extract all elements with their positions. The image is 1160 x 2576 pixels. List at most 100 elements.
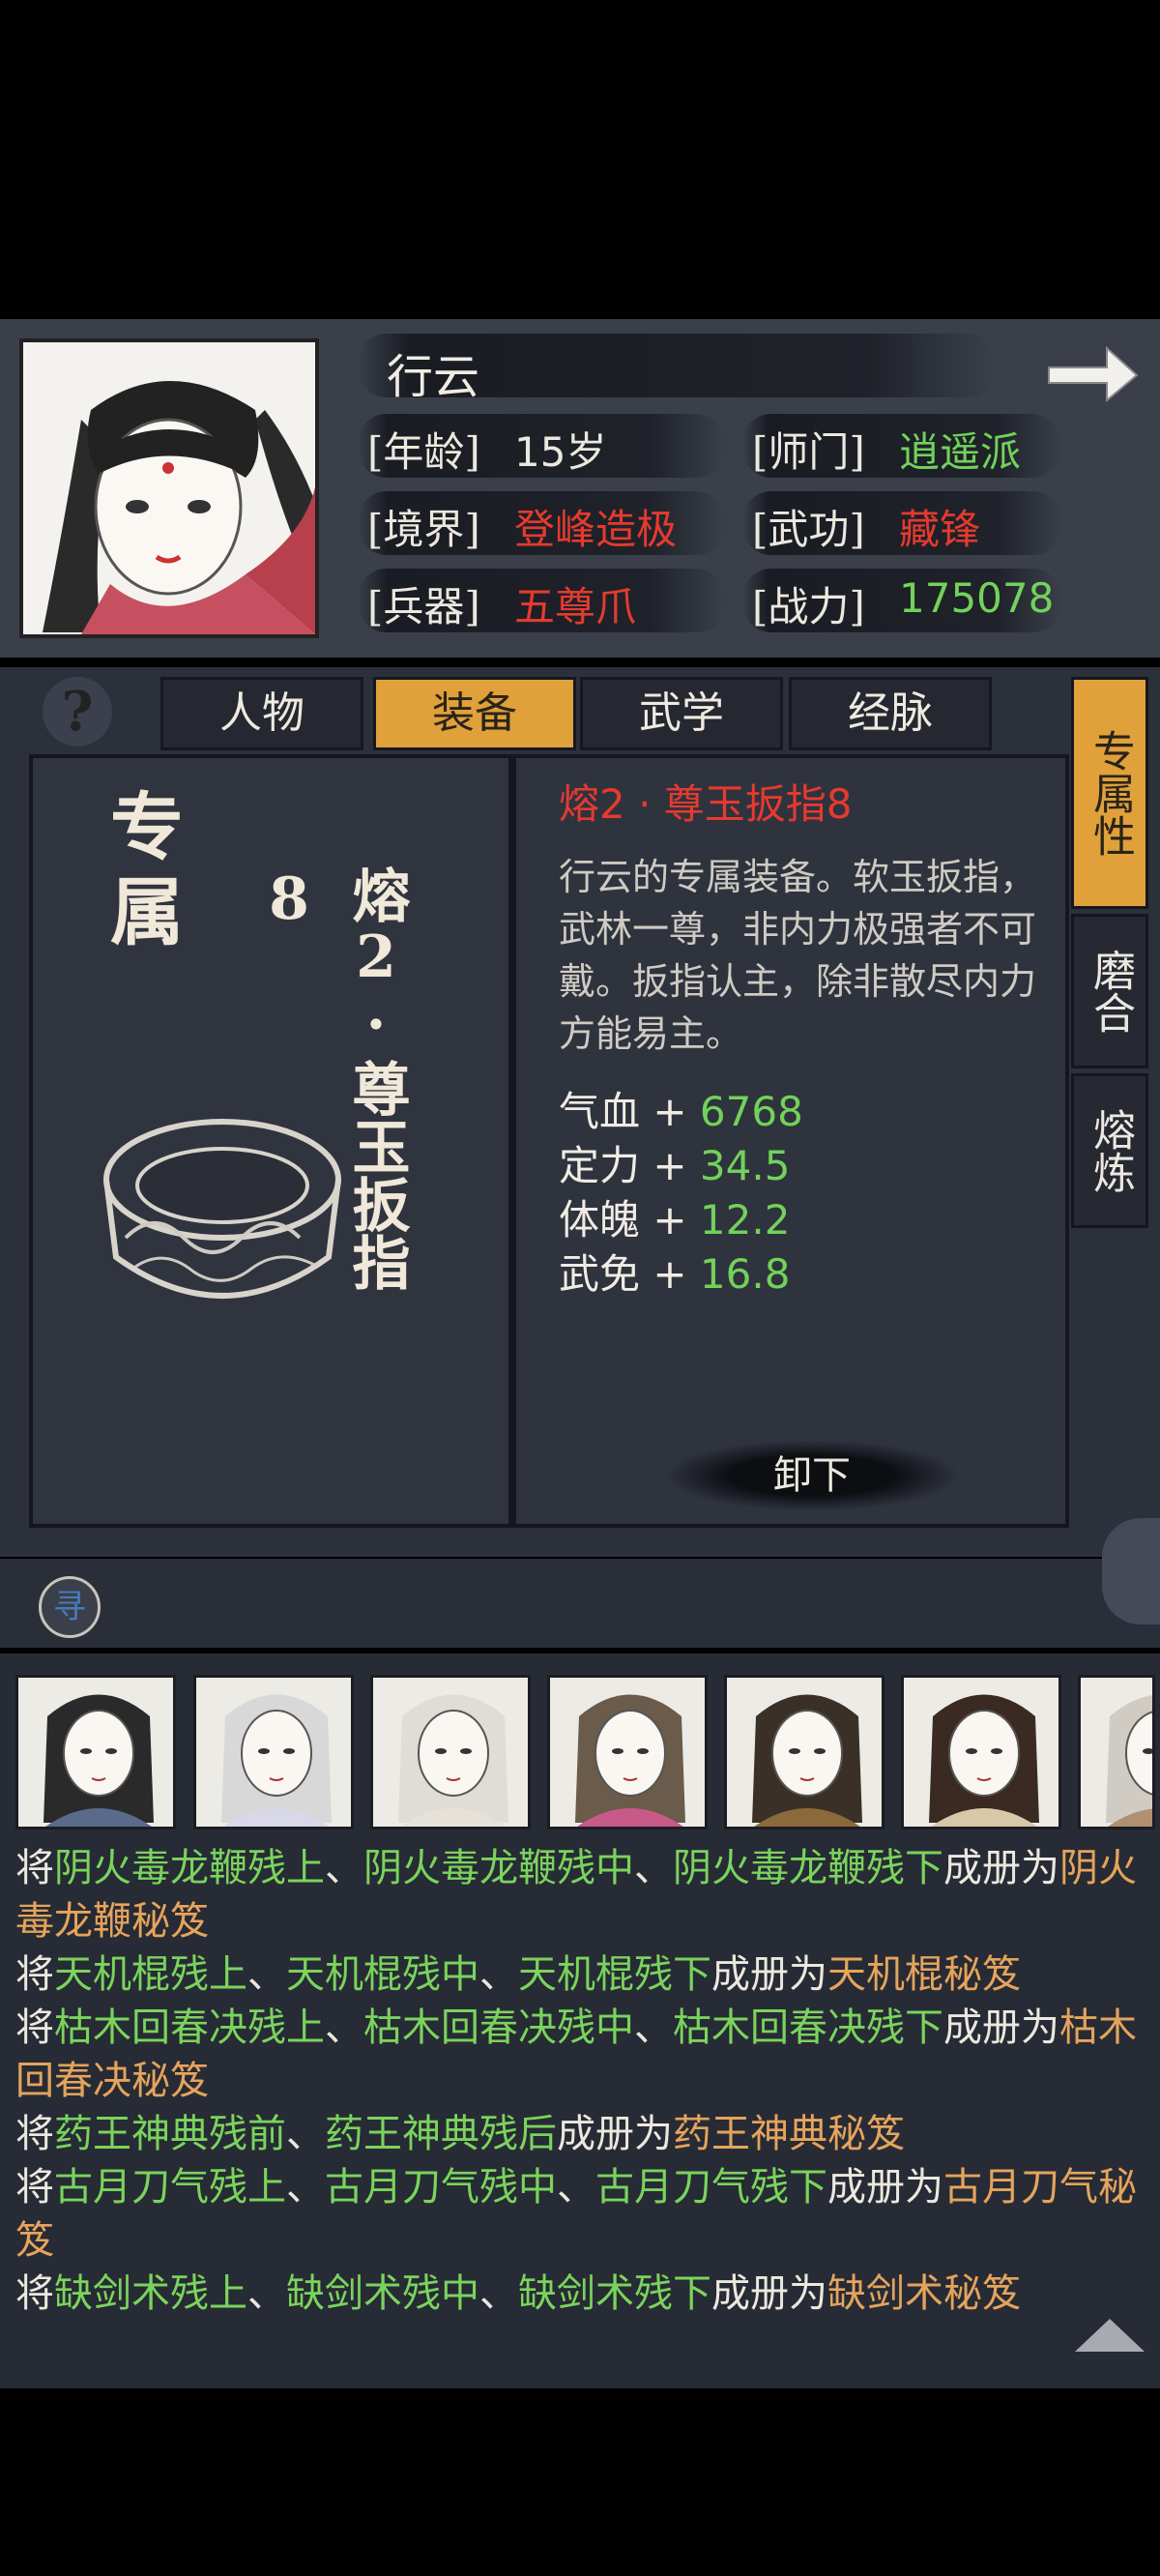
log-text: 、 — [247, 1952, 286, 1997]
info-value: 登峰造极 — [514, 506, 678, 553]
info-value: 175078 — [899, 574, 1055, 622]
log-text: 成册为 — [711, 1952, 827, 1997]
party-member-portrait[interactable] — [370, 1675, 531, 1830]
party-member-portrait[interactable] — [193, 1675, 354, 1830]
stat-value: 12.2 — [699, 1196, 791, 1244]
log-fragment-name: 枯木回春决残上 — [54, 2005, 325, 2050]
stat-value: 34.5 — [699, 1142, 791, 1189]
log-text: 成册为 — [557, 2112, 673, 2156]
log-fragment-name: 药王神典残后 — [325, 2112, 557, 2156]
log-text: 将 — [15, 2112, 54, 2156]
party-member-portrait[interactable] — [547, 1675, 708, 1830]
party-member-portrait[interactable] — [724, 1675, 884, 1830]
log-text: 、 — [286, 2112, 325, 2156]
log-text: 、 — [247, 2271, 286, 2316]
log-text: 将 — [15, 2165, 54, 2210]
character-portrait[interactable] — [19, 338, 319, 638]
side-drawer-handle-icon[interactable] — [1102, 1518, 1160, 1625]
log-text: 成册为 — [943, 2005, 1059, 2050]
stat-name: 气血 — [559, 1088, 641, 1135]
log-fragment-name: 枯木回春决残中 — [363, 2005, 634, 2050]
log-fragment-name: 天机棍残上 — [54, 1952, 247, 1997]
portrait-drawing-icon — [23, 342, 315, 634]
log-text: 成册为 — [943, 1846, 1059, 1890]
info-value: 五尊爪 — [514, 583, 637, 630]
stat-name: 武免 — [559, 1250, 641, 1298]
info-label: [战力] — [752, 583, 865, 630]
log-manual-name: 天机棍秘笈 — [827, 1952, 1021, 1997]
stat-name: 定力 — [559, 1142, 641, 1189]
info-label: [兵器] — [367, 583, 480, 630]
log-text: 成册为 — [711, 2271, 827, 2316]
item-category: 专属 — [98, 788, 184, 958]
stat-value: 16.8 — [699, 1250, 791, 1298]
log-text: 将 — [15, 2005, 54, 2050]
stat-name: 体魄 — [559, 1196, 641, 1244]
log-line: 将古月刀气残上、古月刀气残中、古月刀气残下成册为古月刀气秘笈 — [15, 2161, 1145, 2268]
log-text: 、 — [557, 2165, 595, 2210]
search-icon[interactable]: 寻 — [39, 1576, 101, 1638]
side-tab-break-in[interactable]: 磨合 — [1071, 914, 1148, 1068]
log-text: 、 — [479, 1952, 518, 1997]
log-text: 、 — [634, 1846, 673, 1890]
item-title: 熔2 · 尊玉扳指8 — [559, 780, 853, 828]
stat-row: 武免 + 16.8 — [559, 1250, 791, 1298]
log-fragment-name: 缺剑术残中 — [286, 2271, 479, 2316]
log-fragment-name: 古月刀气残下 — [595, 2165, 827, 2210]
stat-row: 气血 + 6768 — [559, 1088, 803, 1135]
log-fragment-name: 药王神典残前 — [54, 2112, 286, 2156]
character-name: 行云 — [387, 350, 480, 404]
stat-row: 定力 + 34.5 — [559, 1142, 791, 1189]
stat-value: 6768 — [699, 1088, 803, 1135]
side-tab-smelt[interactable]: 熔炼 — [1071, 1073, 1148, 1228]
party-member-portrait[interactable] — [15, 1675, 176, 1830]
panel-footer — [0, 1559, 1160, 1648]
log-fragment-name: 阴火毒龙鞭残上 — [54, 1846, 325, 1890]
log-text: 将 — [15, 1952, 54, 1997]
log-text: 成册为 — [827, 2165, 943, 2210]
info-label: [年龄] — [367, 428, 480, 476]
side-tab-exclusive[interactable]: 专属性 — [1071, 677, 1148, 909]
log-line: 将阴火毒龙鞭残上、阴火毒龙鞭残中、阴火毒龙鞭残下成册为阴火毒龙鞭秘笈 — [15, 1842, 1145, 1948]
info-label: [武功] — [752, 506, 865, 553]
log-fragment-name: 枯木回春决残下 — [673, 2005, 943, 2050]
party-member-portrait[interactable] — [1078, 1675, 1155, 1830]
tab-character[interactable]: 人物 — [160, 677, 363, 750]
tab-martial-arts[interactable]: 武学 — [580, 677, 783, 750]
info-value: 逍遥派 — [899, 428, 1022, 476]
log-line: 将天机棍残上、天机棍残中、天机棍残下成册为天机棍秘笈 — [15, 1948, 1145, 2002]
log-line: 将药王神典残前、药王神典残后成册为药王神典秘笈 — [15, 2108, 1145, 2161]
tab-equipment[interactable]: 装备 — [373, 677, 576, 750]
log-text: 、 — [479, 2271, 518, 2316]
next-character-arrow-icon[interactable] — [1044, 340, 1141, 408]
log-fragment-name: 阴火毒龙鞭残中 — [363, 1846, 634, 1890]
log-text: 、 — [286, 2165, 325, 2210]
log-text: 、 — [325, 2005, 363, 2050]
log-text: 将 — [15, 2271, 54, 2316]
jade-ring-icon — [103, 1119, 341, 1299]
log-fragment-name: 缺剑术残上 — [54, 2271, 247, 2316]
tab-meridians[interactable]: 经脉 — [789, 677, 992, 750]
log-fragment-name: 阴火毒龙鞭残下 — [673, 1846, 943, 1890]
log-manual-name: 缺剑术秘笈 — [827, 2271, 1021, 2316]
log-text: 、 — [325, 1846, 363, 1890]
log-line: 将缺剑术残上、缺剑术残中、缺剑术残下成册为缺剑术秘笈 — [15, 2268, 1145, 2321]
item-description: 行云的专属装备。软玉扳指，武林一尊，非内力极强者不可戴。扳指认主，除非散尽内力方… — [559, 856, 1037, 1055]
log-fragment-name: 古月刀气残上 — [54, 2165, 286, 2210]
stat-row: 体魄 + 12.2 — [559, 1196, 791, 1244]
info-value: 藏锋 — [899, 506, 981, 553]
item-stats: 气血 + 6768 定力 + 34.5 体魄 + 12.2 武免 + 16.8 — [559, 1085, 803, 1302]
log-line: 将枯木回春决残上、枯木回春决残中、枯木回春决残下成册为枯木回春决秘笈 — [15, 2002, 1145, 2108]
log-manual-name: 药王神典秘笈 — [673, 2112, 905, 2156]
info-value: 15岁 — [514, 428, 607, 476]
log-fragment-name: 天机棍残中 — [286, 1952, 479, 1997]
scroll-up-icon[interactable] — [1075, 2319, 1145, 2352]
info-label: [师门] — [752, 428, 865, 476]
log-fragment-name: 古月刀气残中 — [325, 2165, 557, 2210]
log-fragment-name: 天机棍残下 — [518, 1952, 711, 1997]
help-icon[interactable]: ? — [43, 677, 112, 746]
unequip-button[interactable]: 卸下 — [667, 1441, 957, 1510]
log-text: 、 — [634, 2005, 673, 2050]
log-fragment-name: 缺剑术残下 — [518, 2271, 711, 2316]
party-member-portrait[interactable] — [901, 1675, 1061, 1830]
